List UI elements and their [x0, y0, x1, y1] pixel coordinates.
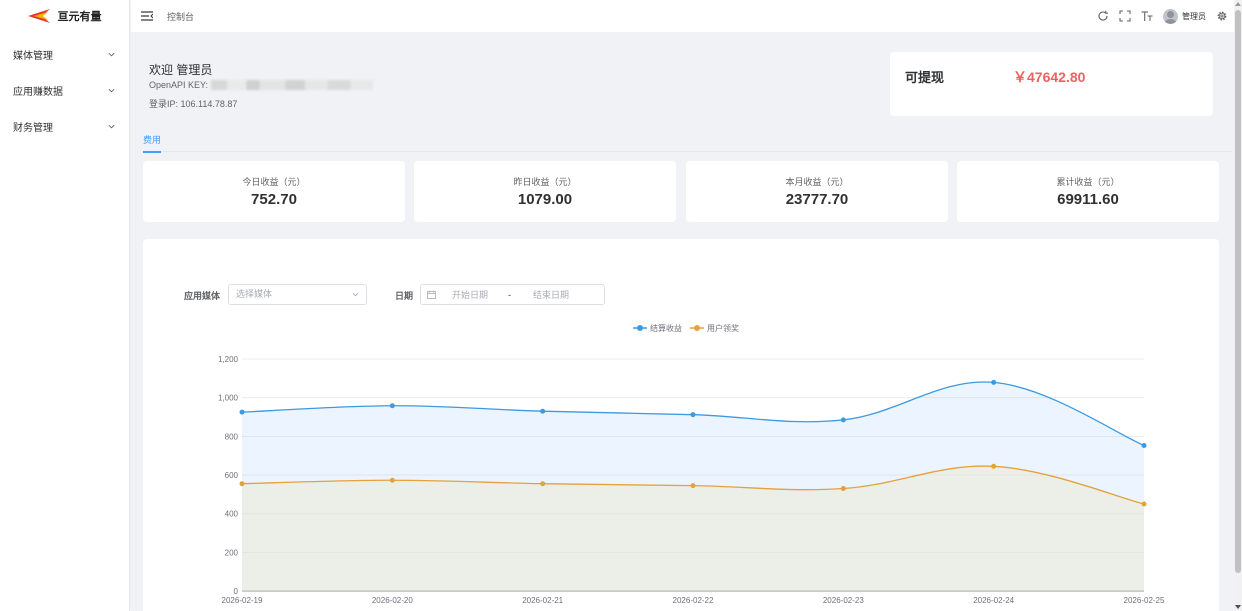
legend-item[interactable]: 结算收益	[633, 323, 682, 333]
stat-label: 今日收益（元）	[242, 177, 306, 187]
sidebar-item-label: 媒体管理	[13, 50, 53, 62]
data-point	[540, 408, 546, 414]
stat-value: 1079.00	[517, 191, 573, 208]
sidebar-item-finance[interactable]: 财务管理	[0, 108, 129, 144]
data-point	[690, 412, 696, 418]
legend-item[interactable]: 用户领奖	[690, 323, 739, 333]
stat-card-yesterday: 昨日收益（元） 1079.00	[414, 161, 676, 222]
welcome-block: 欢迎 管理员 OpenAPI KEY: 登录IP: 106.114.78.87	[149, 61, 374, 110]
chevron-down-icon	[108, 124, 115, 128]
legend-label: 用户领奖	[707, 323, 739, 333]
x-tick-label: 2026-02-21	[522, 596, 563, 605]
withdraw-label: 可提现	[905, 70, 945, 85]
data-point	[540, 481, 546, 487]
scrollbar-up-arrow[interactable]	[1235, 2, 1241, 6]
user-menu[interactable]: 管理员	[1163, 8, 1206, 24]
withdraw-amount: ￥47642.80	[1013, 69, 1086, 85]
x-tick-label: 2026-02-23	[823, 596, 864, 605]
topbar-actions: 管理员	[1097, 8, 1234, 24]
x-tick-label: 2026-02-25	[1124, 596, 1165, 605]
chart-panel: 应用媒体 选择媒体 日期 开始日期 - 结束日期 0 200 400 600 800 1,…	[143, 239, 1219, 611]
sidebar-item-media[interactable]: 媒体管理	[0, 36, 129, 72]
sidebar-item-label: 应用赚数据	[13, 86, 63, 98]
vertical-scrollbar[interactable]	[1234, 0, 1242, 611]
stat-value: 69911.60	[1057, 191, 1119, 208]
data-point	[389, 477, 395, 483]
stat-label: 本月收益（元）	[785, 177, 849, 187]
scrollbar-down-arrow[interactable]	[1235, 605, 1241, 609]
x-tick-label: 2026-02-20	[372, 596, 413, 605]
y-tick-label: 800	[225, 432, 239, 441]
stat-card-today: 今日收益（元） 752.70	[143, 161, 405, 222]
breadcrumb[interactable]: 控制台	[167, 10, 194, 23]
topbar: 控制台 管理员	[131, 0, 1234, 32]
withdraw-card: 可提现 ￥47642.80	[890, 52, 1213, 116]
y-tick-label: 0	[234, 587, 239, 596]
data-point	[239, 409, 245, 415]
stat-value: 752.70	[251, 191, 297, 208]
logo-icon	[27, 9, 50, 23]
data-point	[690, 483, 696, 489]
y-tick-label: 1,000	[218, 394, 239, 403]
y-tick-label: 1,200	[218, 355, 239, 364]
data-point	[239, 481, 245, 487]
legend-swatch-dot	[694, 325, 700, 331]
logo[interactable]: 亘元有量	[0, 0, 129, 32]
avatar	[1163, 8, 1178, 24]
legend-label: 结算收益	[650, 323, 682, 333]
welcome-title: 欢迎 管理员	[149, 63, 213, 77]
data-point	[1141, 442, 1147, 448]
gear-icon[interactable]	[1216, 10, 1228, 22]
font-size-icon[interactable]	[1141, 10, 1153, 22]
sidebar-item-label: 财务管理	[13, 122, 53, 134]
y-tick-label: 600	[225, 471, 239, 480]
data-point	[991, 379, 997, 385]
data-point	[389, 403, 395, 409]
tab-bar: 费用	[143, 130, 1232, 153]
fullscreen-icon[interactable]	[1119, 10, 1131, 22]
stat-label: 昨日收益（元）	[513, 177, 577, 187]
data-point	[991, 463, 997, 469]
x-tick-label: 2026-02-24	[973, 596, 1014, 605]
stat-value: 23777.70	[785, 191, 849, 208]
x-tick-label: 2026-02-22	[673, 596, 714, 605]
main-content: 欢迎 管理员 OpenAPI KEY: 登录IP: 106.114.78.87 …	[131, 32, 1234, 611]
data-point	[1141, 501, 1147, 507]
earnings-chart: 0 200 400 600 800 1,000 1,200 2026-02-19 2026-02…	[218, 323, 1165, 605]
login-ip: 登录IP: 106.114.78.87	[149, 99, 238, 109]
stat-label: 累计收益（元）	[1056, 177, 1120, 187]
y-tick-label: 400	[225, 510, 239, 519]
y-tick-label: 200	[225, 548, 239, 557]
scrollbar-thumb[interactable]	[1235, 10, 1241, 573]
stat-card-total: 累计收益（元） 69911.60	[957, 161, 1219, 222]
stat-card-month: 本月收益（元） 23777.70	[686, 161, 948, 222]
data-point	[840, 486, 846, 492]
chevron-down-icon	[108, 88, 115, 92]
api-key-masked	[211, 80, 374, 90]
api-key-label: OpenAPI KEY:	[149, 80, 209, 90]
sidebar: 亘元有量 媒体管理 应用赚数据 财务管理	[0, 0, 130, 611]
brand-name: 亘元有量	[57, 11, 102, 23]
data-point	[840, 417, 846, 423]
chevron-down-icon	[108, 52, 115, 56]
legend-swatch-dot	[637, 325, 643, 331]
api-key-row: OpenAPI KEY:	[149, 80, 374, 90]
refresh-icon[interactable]	[1097, 10, 1109, 22]
username: 管理员	[1182, 11, 1206, 21]
x-tick-label: 2026-02-19	[222, 596, 263, 605]
sidebar-item-app-data[interactable]: 应用赚数据	[0, 72, 129, 108]
menu-fold-icon[interactable]	[141, 11, 153, 21]
tab-fees[interactable]: 费用	[143, 133, 162, 153]
